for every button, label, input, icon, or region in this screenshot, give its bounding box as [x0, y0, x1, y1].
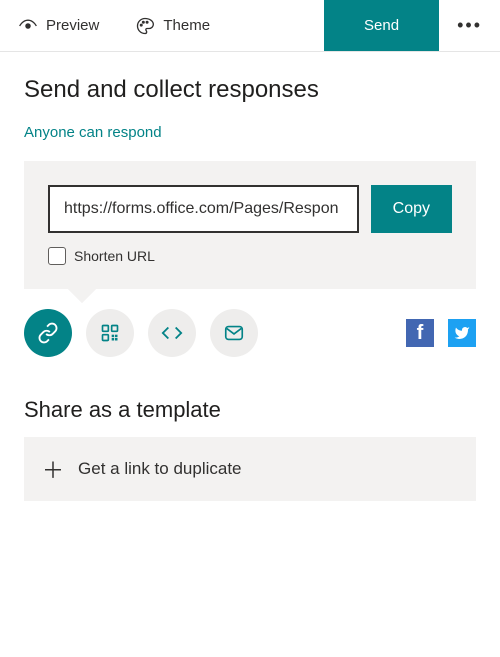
- theme-button[interactable]: Theme: [117, 0, 228, 51]
- copy-button[interactable]: Copy: [371, 185, 452, 233]
- template-heading: Share as a template: [0, 367, 500, 437]
- facebook-icon: f: [417, 322, 424, 345]
- theme-label: Theme: [163, 17, 210, 34]
- send-button[interactable]: Send: [324, 0, 439, 51]
- send-label: Send: [364, 17, 399, 34]
- share-url-input[interactable]: [48, 185, 359, 233]
- preview-button[interactable]: Preview: [0, 0, 117, 51]
- duplicate-label: Get a link to duplicate: [78, 459, 241, 479]
- palette-icon: [135, 16, 155, 36]
- qr-icon: [100, 323, 120, 343]
- duplicate-link-button[interactable]: ＋ Get a link to duplicate: [24, 437, 476, 501]
- code-icon: [161, 322, 183, 344]
- twitter-share-button[interactable]: [448, 319, 476, 347]
- share-email-button[interactable]: [210, 309, 258, 357]
- toolbar: Preview Theme Send •••: [0, 0, 500, 52]
- more-icon: •••: [457, 15, 482, 35]
- facebook-share-button[interactable]: f: [406, 319, 434, 347]
- mail-icon: [223, 322, 245, 344]
- twitter-icon: [454, 325, 470, 341]
- link-panel: Copy Shorten URL: [24, 161, 476, 289]
- page-title: Send and collect responses: [24, 76, 476, 104]
- eye-icon: [18, 16, 38, 36]
- shorten-url-label: Shorten URL: [74, 248, 155, 264]
- plus-icon: ＋: [42, 453, 64, 485]
- audience-selector[interactable]: Anyone can respond: [24, 124, 162, 141]
- send-section: Send and collect responses Anyone can re…: [0, 52, 500, 289]
- shorten-url-checkbox[interactable]: [48, 247, 66, 265]
- more-options-button[interactable]: •••: [439, 15, 500, 36]
- link-icon: [37, 322, 59, 344]
- share-qr-button[interactable]: [86, 309, 134, 357]
- share-methods-row: f: [0, 289, 500, 367]
- share-embed-button[interactable]: [148, 309, 196, 357]
- preview-label: Preview: [46, 17, 99, 34]
- share-link-button[interactable]: [24, 309, 72, 357]
